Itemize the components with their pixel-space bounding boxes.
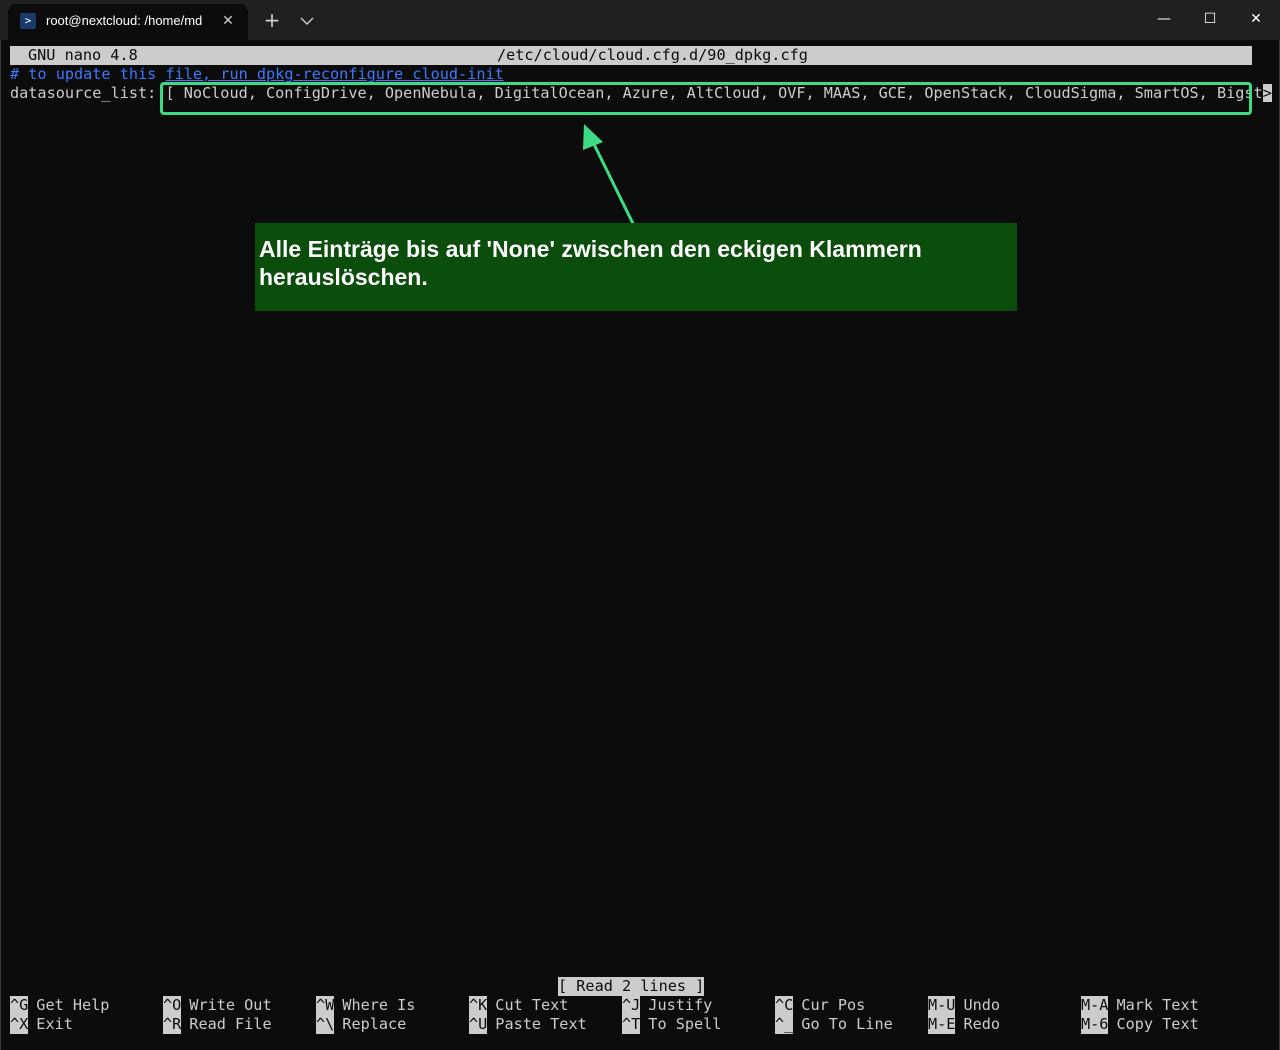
shortcut-label: Exit (36, 1015, 73, 1033)
powershell-icon: > (20, 13, 36, 29)
shortcut-label: Paste Text (495, 1015, 587, 1033)
comment-link: file, run dpkg-reconfigure cloud-init (165, 65, 504, 83)
shortcut-label: Write Out (189, 996, 272, 1014)
shortcut-key: M-A (1081, 996, 1109, 1015)
line-overflow-cursor: > (1262, 84, 1272, 102)
shortcut-key: ^_ (775, 1015, 794, 1034)
shortcut-key: M-U (928, 996, 956, 1015)
shortcut-label: Cut Text (495, 996, 569, 1014)
shortcut-read-file[interactable]: ^R Read File (163, 1015, 272, 1034)
nano-header-bar: GNU nano 4.8 /etc/cloud/cloud.cfg.d/90_d… (10, 46, 1252, 65)
shortcut-replace[interactable]: ^\ Replace (316, 1015, 406, 1034)
shortcut-label: Justify (648, 996, 713, 1014)
shortcut-key: M-E (928, 1015, 956, 1034)
minimize-button[interactable]: — (1141, 0, 1187, 38)
title-bar: > root@nextcloud: /home/md ✕ + — ☐ ✕ (0, 0, 1280, 41)
shortcut-mark-text[interactable]: M-A Mark Text (1081, 996, 1199, 1015)
shortcut-go-to-line[interactable]: ^_ Go To Line (775, 1015, 893, 1034)
shortcut-exit[interactable]: ^X Exit (10, 1015, 73, 1034)
shortcut-paste-text[interactable]: ^U Paste Text (469, 1015, 587, 1034)
shortcut-label: Read File (189, 1015, 272, 1033)
new-tab-button[interactable]: + (262, 10, 282, 30)
shortcut-label: Replace (342, 1015, 407, 1033)
shortcut-key: ^J (622, 996, 641, 1015)
shortcut-label: Cur Pos (801, 996, 866, 1014)
shortcut-key: ^C (775, 996, 794, 1015)
shortcut-key: ^R (163, 1015, 182, 1034)
shortcut-undo[interactable]: M-U Undo (928, 996, 1000, 1015)
shortcut-key: ^X (10, 1015, 29, 1034)
shortcut-key: ^T (622, 1015, 641, 1034)
shortcut-to-spell[interactable]: ^T To Spell (622, 1015, 721, 1034)
shortcut-label: Undo (963, 996, 1001, 1014)
shortcut-label: Go To Line (801, 1015, 893, 1033)
shortcut-label: Copy Text (1116, 1015, 1199, 1033)
nano-filename: /etc/cloud/cloud.cfg.d/90_dpkg.cfg (497, 46, 808, 64)
shortcut-where-is[interactable]: ^W Where Is (316, 996, 415, 1015)
shortcut-label: Get Help (36, 996, 110, 1014)
shortcut-cur-pos[interactable]: ^C Cur Pos (775, 996, 865, 1015)
terminal-area[interactable]: GNU nano 4.8 /etc/cloud/cloud.cfg.d/90_d… (0, 40, 1280, 1050)
shortcut-key: M-6 (1081, 1015, 1109, 1034)
shortcut-redo[interactable]: M-E Redo (928, 1015, 1000, 1034)
close-window-button[interactable]: ✕ (1233, 0, 1279, 38)
shortcut-key: ^K (469, 996, 488, 1015)
shortcut-write-out[interactable]: ^O Write Out (163, 996, 272, 1015)
shortcut-label: To Spell (648, 1015, 722, 1033)
shortcut-key: ^O (163, 996, 182, 1015)
shortcut-justify[interactable]: ^J Justify (622, 996, 712, 1015)
tab-title: root@nextcloud: /home/md (46, 13, 203, 28)
annotation-note: Alle Einträge bis auf 'None' zwischen de… (255, 223, 1017, 311)
nano-version: GNU nano 4.8 (28, 46, 138, 64)
shortcut-label: Mark Text (1116, 996, 1199, 1014)
shortcut-copy-text[interactable]: M-6 Copy Text (1081, 1015, 1199, 1034)
shortcut-label: Redo (963, 1015, 1001, 1033)
tab-close-icon[interactable]: ✕ (218, 11, 238, 31)
shortcut-key: ^U (469, 1015, 488, 1034)
shortcut-key: ^\ (316, 1015, 335, 1034)
shortcut-key: ^W (316, 996, 335, 1015)
status-message: [ Read 2 lines ] (558, 977, 705, 996)
shortcut-label: Where Is (342, 996, 416, 1014)
chevron-down-icon[interactable] (298, 12, 316, 30)
comment-prefix: # to update this (10, 65, 166, 83)
terminal-tab[interactable]: > root@nextcloud: /home/md ✕ (8, 4, 248, 40)
shortcut-get-help[interactable]: ^G Get Help (10, 996, 109, 1015)
highlight-box (160, 82, 1252, 115)
shortcut-cut-text[interactable]: ^K Cut Text (469, 996, 568, 1015)
maximize-button[interactable]: ☐ (1187, 0, 1233, 38)
shortcut-key: ^G (10, 996, 29, 1015)
